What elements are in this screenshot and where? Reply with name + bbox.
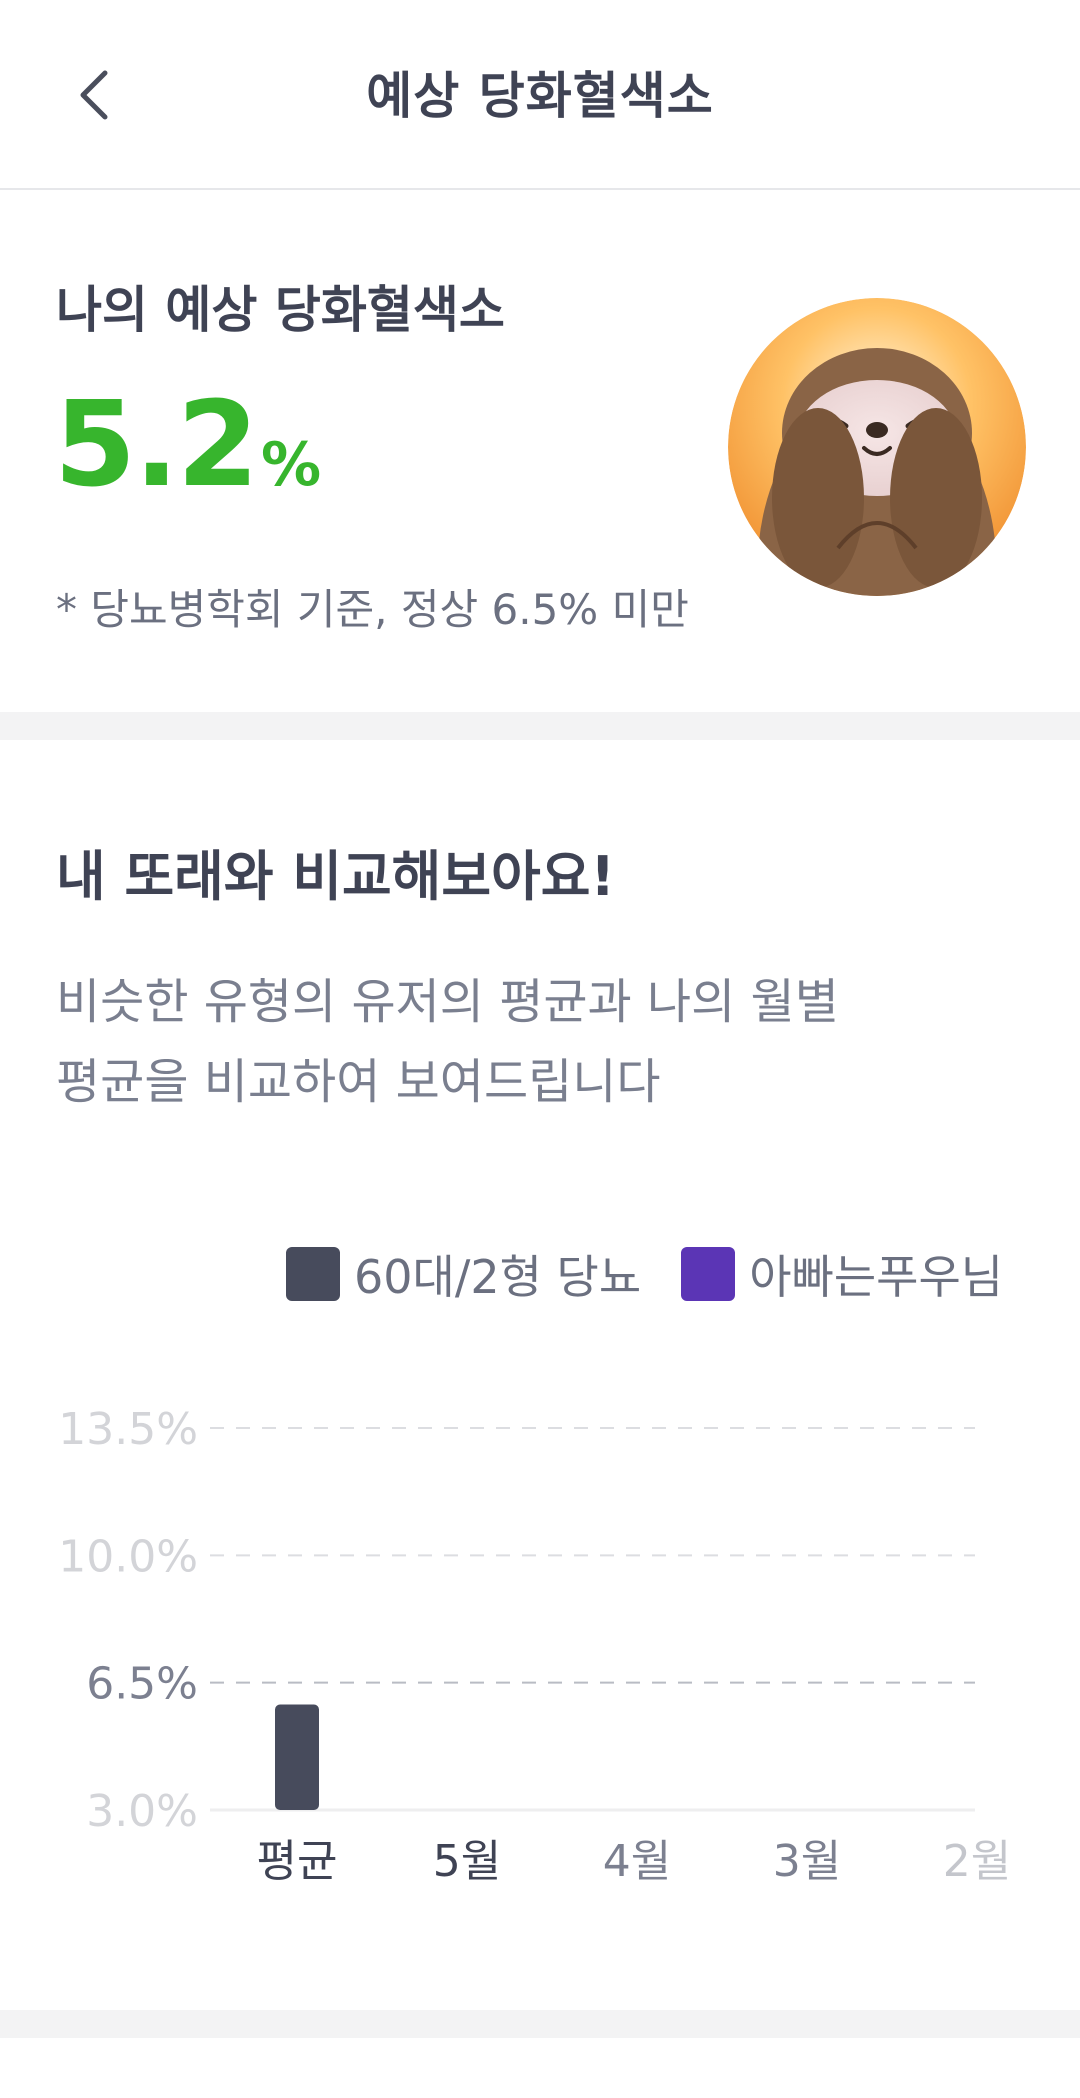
hba1c-unit: % — [261, 430, 322, 500]
page-title: 예상 당화혈색소 — [366, 67, 714, 125]
legend-item-user: 아빠는푸우님 — [681, 1241, 1003, 1307]
bar-peer-group — [275, 1704, 319, 1810]
legend-swatch — [681, 1247, 736, 1301]
hba1c-number: 5.2 — [54, 375, 259, 513]
y-tick-label: 3.0% — [86, 1786, 198, 1837]
legend-item-peer-group: 60대/2형 당뇨 — [286, 1241, 641, 1307]
top-app-bar: 예상 당화혈색소 — [0, 0, 1080, 190]
x-category-label: 3월 — [773, 1836, 841, 1887]
section-divider — [0, 712, 1080, 740]
hba1c-comparison-chart: 3.0% 6.5% 10.0% 13.5% 평균 5월 4월 3월 2월 — [58, 1404, 1011, 1887]
sloth-character-avatar — [728, 298, 1026, 596]
y-tick-label: 10.0% — [58, 1531, 198, 1582]
y-tick-label: 13.5% — [58, 1404, 198, 1455]
compare-section-description: 비슷한 유형의 유저의 평균과 나의 월별 평균을 비교하여 보여드립니다 — [56, 962, 1036, 1122]
legend-label: 아빠는푸우님 — [749, 1250, 1004, 1304]
description-line-2: 평균을 비교하여 보여드립니다 — [56, 1054, 661, 1110]
section-divider-bottom — [0, 2010, 1080, 2038]
x-category-label: 5월 — [433, 1836, 501, 1887]
chart-legend: 60대/2형 당뇨 아빠는푸우님 — [286, 1246, 1043, 1304]
hba1c-criteria-note: * 당뇨병학회 기준, 정상 6.5% 미만 — [56, 585, 689, 634]
x-category-label: 4월 — [603, 1836, 671, 1887]
hba1c-value: 5.2% — [54, 385, 321, 503]
x-category-label: 평균 — [257, 1836, 338, 1887]
legend-label: 60대/2형 당뇨 — [354, 1250, 642, 1304]
y-tick-label: 6.5% — [86, 1659, 198, 1710]
description-line-1: 비슷한 유형의 유저의 평균과 나의 월별 — [56, 974, 839, 1030]
x-category-label: 2월 — [943, 1836, 1011, 1887]
hba1c-label: 나의 예상 당화혈색소 — [56, 281, 505, 339]
compare-section-title: 내 또래와 비교해보아요! — [56, 845, 616, 908]
legend-swatch — [286, 1247, 340, 1301]
